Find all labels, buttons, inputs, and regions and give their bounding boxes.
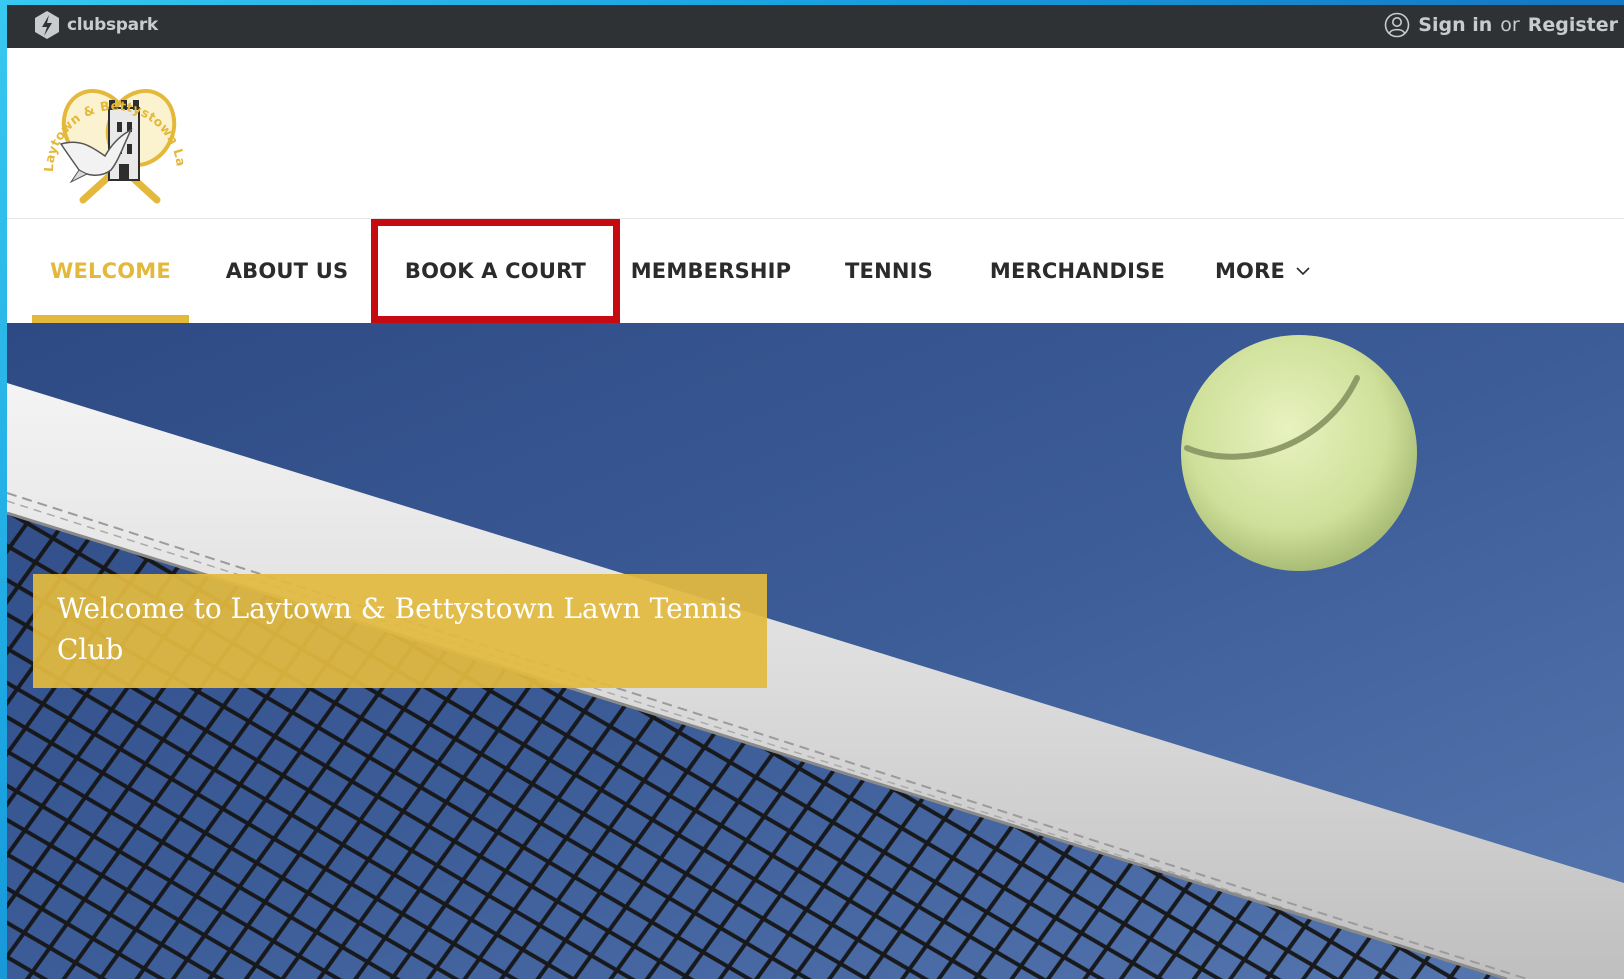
nav-membership-label: MEMBERSHIP (630, 259, 792, 283)
welcome-heading: Welcome to Laytown & Bettystown Lawn Ten… (57, 592, 743, 666)
clubspark-logo[interactable]: clubspark (33, 9, 158, 41)
top-utility-bar: clubspark Sign in or Register (7, 5, 1624, 48)
sign-in-link[interactable]: Sign in (1418, 14, 1492, 36)
site-header: Laytown & Bettystown Lawn Tennis Club (7, 48, 1624, 219)
nav-book-a-court[interactable]: BOOK A COURT (371, 219, 620, 323)
nav-about-us-label: ABOUT US (225, 259, 349, 283)
hero-image: Welcome to Laytown & Bettystown Lawn Ten… (7, 323, 1624, 979)
main-nav: WELCOME ABOUT US BOOK A COURT MEMBERSHIP… (7, 219, 1624, 323)
clubspark-bolt-icon (35, 11, 59, 39)
clubspark-brand-text: clubspark (67, 15, 158, 35)
user-circle-icon (1384, 12, 1410, 38)
chevron-down-icon (1296, 267, 1310, 276)
welcome-banner: Welcome to Laytown & Bettystown Lawn Ten… (33, 574, 767, 688)
nav-book-a-court-label: BOOK A COURT (404, 259, 587, 283)
nav-about-us[interactable]: ABOUT US (213, 219, 361, 323)
nav-tennis[interactable]: TENNIS (827, 219, 951, 323)
nav-more-label: MORE (1214, 259, 1286, 283)
nav-tennis-label: TENNIS (845, 259, 933, 283)
nav-merchandise[interactable]: MERCHANDISE (975, 219, 1180, 323)
browser-page: clubspark Sign in or Register Laytown & … (7, 5, 1624, 979)
club-crest-logo[interactable]: Laytown & Bettystown Lawn Tennis Club (31, 60, 201, 210)
register-link[interactable]: Register (1528, 14, 1618, 36)
account-links: Sign in or Register (1384, 9, 1624, 41)
or-separator: or (1500, 14, 1520, 36)
nav-welcome[interactable]: WELCOME (32, 219, 189, 323)
nav-welcome-label: WELCOME (50, 259, 171, 283)
nav-more[interactable]: MORE (1203, 219, 1323, 323)
nav-merchandise-label: MERCHANDISE (989, 259, 1166, 283)
nav-membership[interactable]: MEMBERSHIP (627, 219, 795, 323)
